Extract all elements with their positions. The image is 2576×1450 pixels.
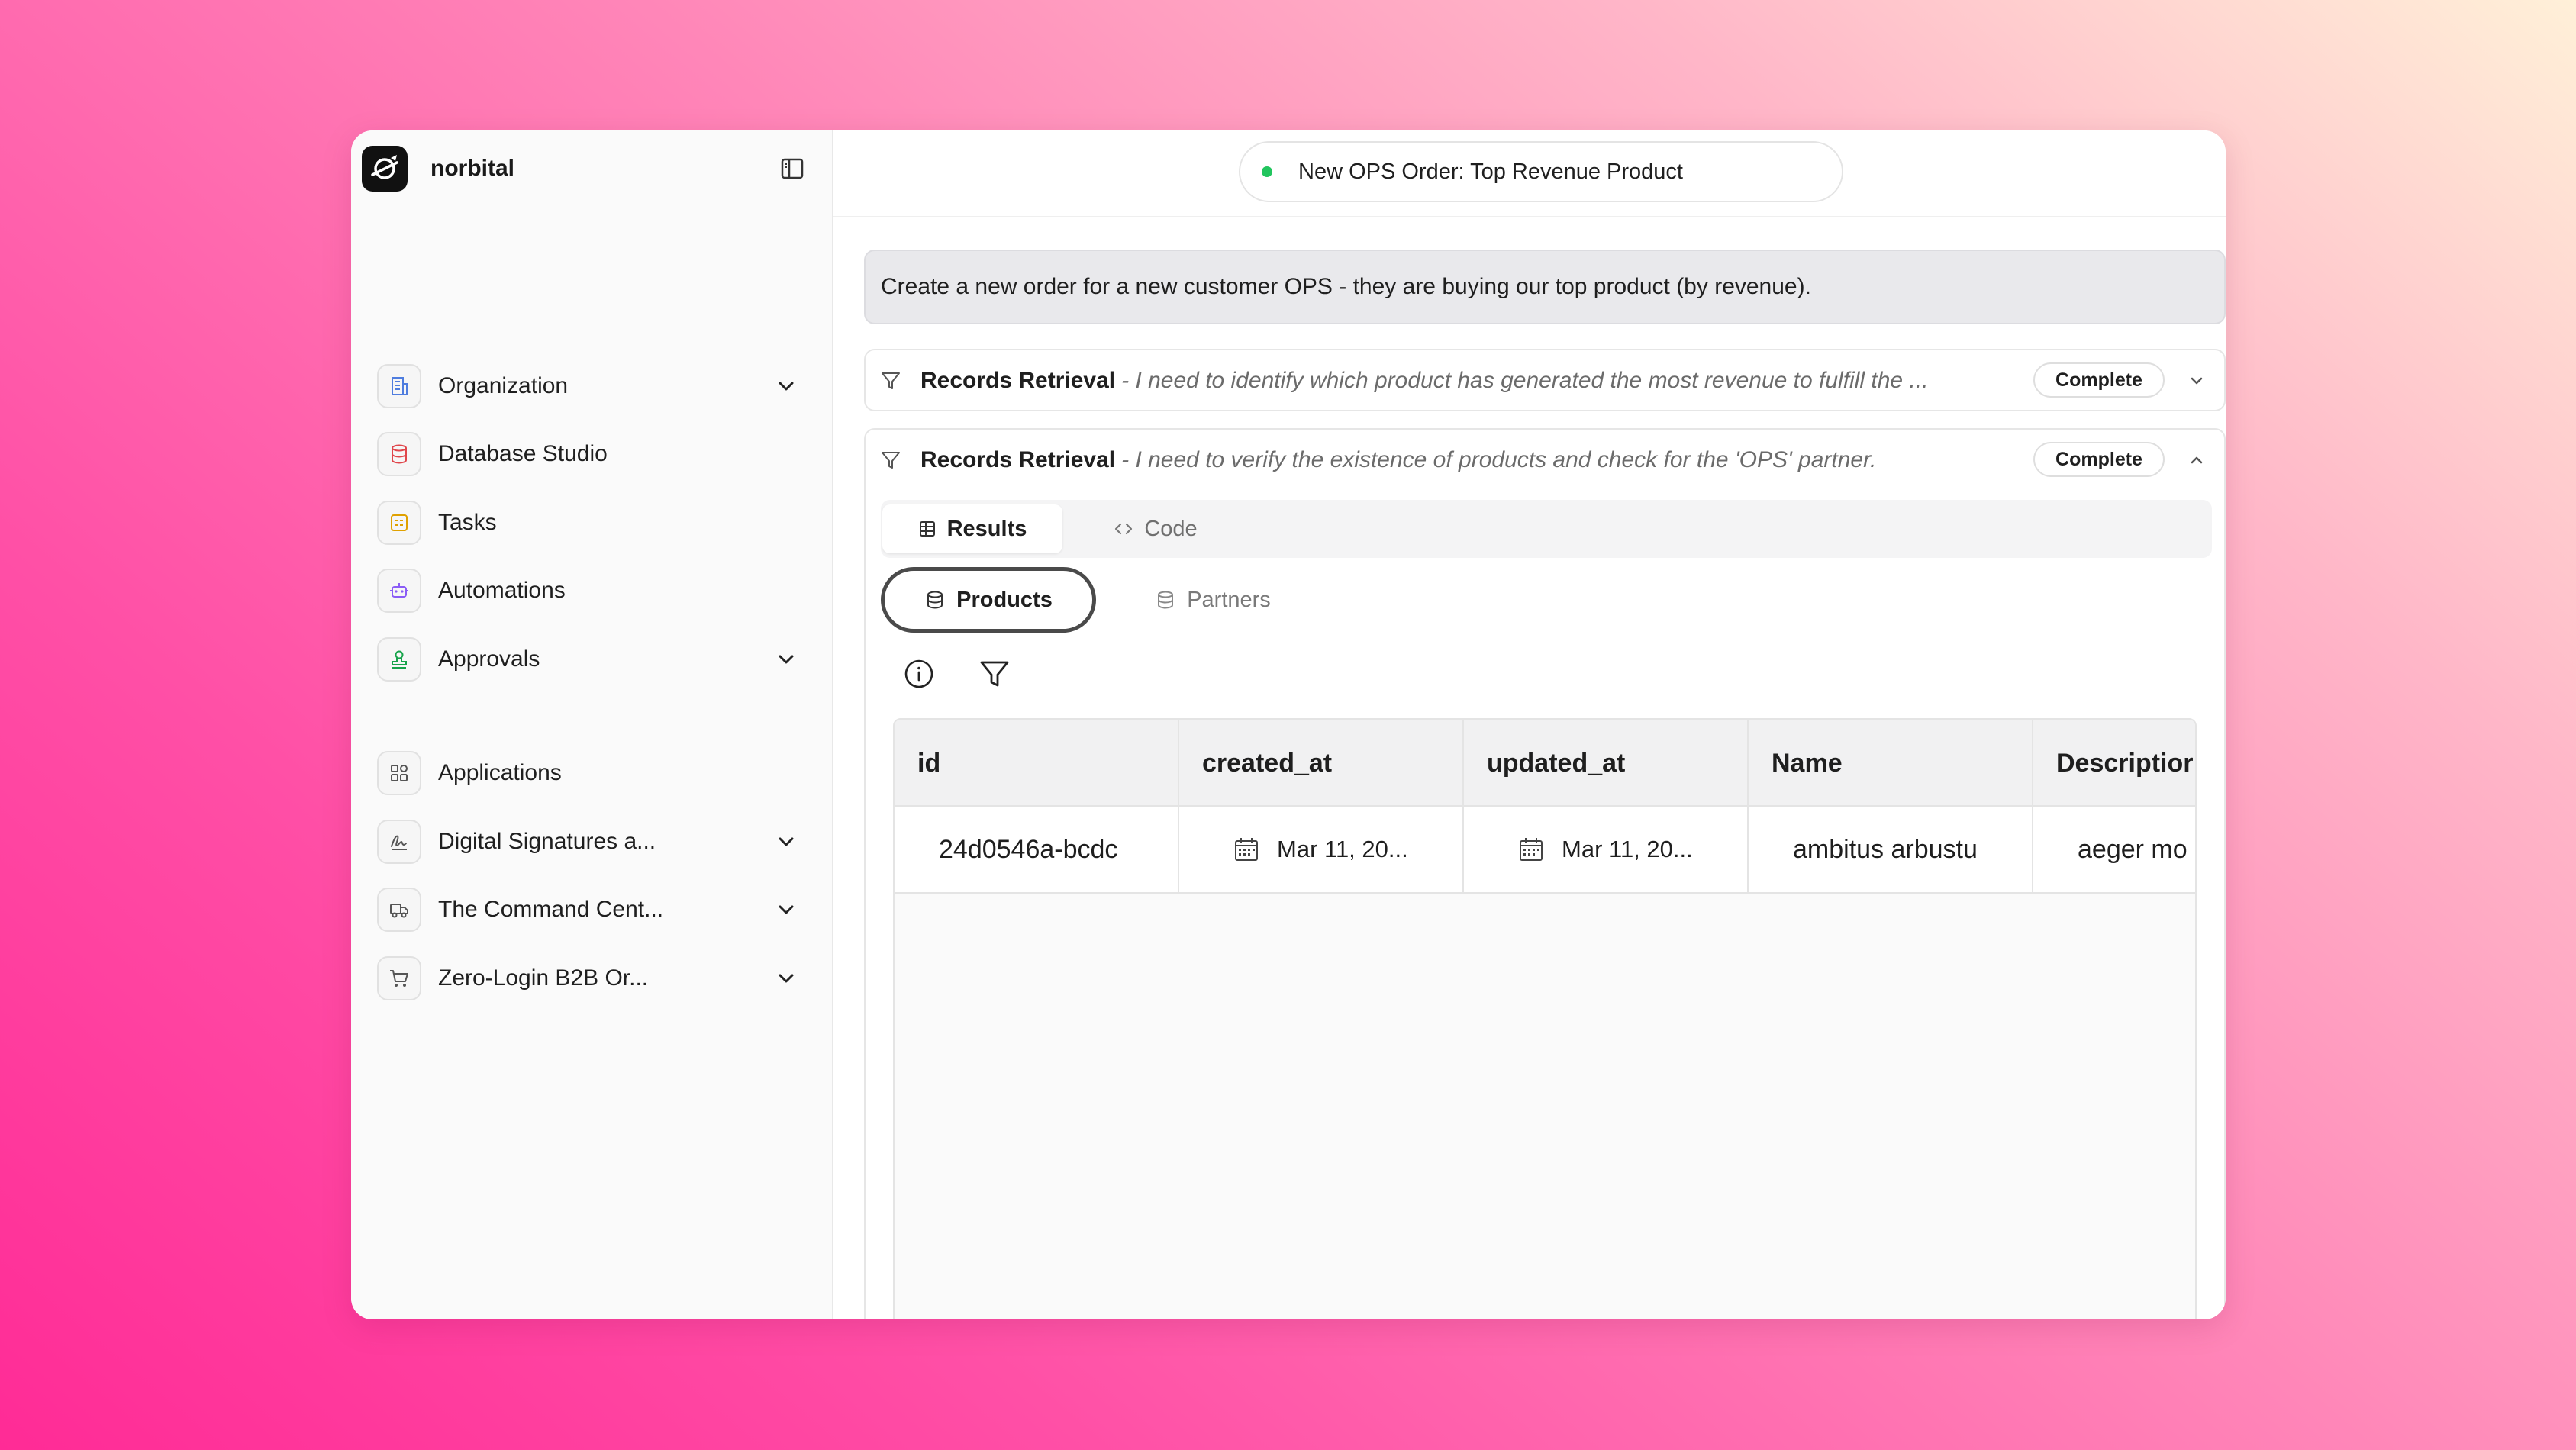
step-title: Records Retrieval <box>920 368 1116 393</box>
step-header[interactable]: Records Retrieval - I need to verify the… <box>866 430 2224 491</box>
cell-id: 24d0546a-bcdс <box>895 807 1179 892</box>
calendar-icon <box>1235 838 1258 861</box>
chevron-down-icon[interactable] <box>775 649 797 670</box>
source-tab-label: Partners <box>1187 587 1271 612</box>
database-icon <box>927 591 943 609</box>
cell-updated-at: Mar 11, 20... <box>1464 807 1749 892</box>
tab-code[interactable]: Code <box>1079 504 1232 553</box>
cell-text: Mar 11, 20... <box>1277 836 1408 862</box>
building-icon <box>377 364 421 408</box>
column-header-name[interactable]: Name <box>1749 720 2033 807</box>
cell-description: aeger mo <box>2033 807 2195 892</box>
table-header: id created_at updated_at Name Descriptio… <box>895 720 2195 807</box>
status-badge: Complete <box>2033 442 2165 477</box>
tasks-icon <box>377 501 421 545</box>
step-title: Records Retrieval <box>920 447 1116 472</box>
results-table: id created_at updated_at Name Descriptio… <box>893 718 2197 1320</box>
status-dot-icon <box>1262 166 1272 177</box>
sidebar-item-database-studio[interactable]: Database Studio <box>377 430 804 478</box>
source-tab-label: Products <box>956 587 1053 612</box>
conversation-title: New OPS Order: Top Revenue Product <box>1298 159 1683 184</box>
sidebar-item-applications[interactable]: Applications <box>377 749 804 797</box>
chevron-down-icon[interactable] <box>775 899 797 920</box>
app-window: norbital Organization Database Studio Ta… <box>351 130 2226 1320</box>
truck-icon <box>377 888 421 932</box>
top-bar: New OPS Order: Top Revenue Product <box>833 130 2226 218</box>
filter-icon <box>882 372 900 389</box>
column-header-description[interactable]: Descriptior <box>2033 720 2195 807</box>
sidebar-item-label: Digital Signatures a... <box>438 829 656 854</box>
signature-icon <box>377 820 421 864</box>
sidebar-item-tasks[interactable]: Tasks <box>377 499 804 546</box>
sidebar-item-label: Zero-Login B2B Or... <box>438 965 649 991</box>
database-icon <box>377 432 421 476</box>
sidebar-item-label: Tasks <box>438 510 497 535</box>
step-header[interactable]: Records Retrieval - I need to identify w… <box>866 350 2224 411</box>
cell-text: ambitus arbustu <box>1793 834 1978 864</box>
user-prompt: Create a new order for a new customer OP… <box>864 250 2226 324</box>
tab-results[interactable]: Results <box>882 504 1062 553</box>
info-button[interactable] <box>901 656 937 692</box>
tab-label: Results <box>946 516 1027 541</box>
code-icon <box>1115 523 1133 535</box>
column-header-created-at[interactable]: created_at <box>1179 720 1464 807</box>
sidebar-item-label: Applications <box>438 760 562 785</box>
database-icon <box>1158 591 1174 609</box>
cell-text: aeger mo <box>2078 834 2188 864</box>
apps-grid-icon <box>377 751 421 795</box>
sidebar-item-organization[interactable]: Organization <box>377 362 804 410</box>
sidebar-item-label: Automations <box>438 578 566 603</box>
sidebar-item-digital-signatures[interactable]: Digital Signatures a... <box>377 818 804 865</box>
source-tab-partners[interactable]: Partners <box>1117 567 1308 633</box>
sidebar: norbital Organization Database Studio Ta… <box>351 130 833 1320</box>
calendar-icon <box>1520 838 1543 861</box>
stamp-icon <box>377 637 421 682</box>
user-prompt-text: Create a new order for a new customer OP… <box>881 274 1811 299</box>
chevron-down-icon[interactable] <box>775 375 797 397</box>
sidebar-item-command-center[interactable]: The Command Cent... <box>377 886 804 933</box>
step-description: - I need to identify which product has g… <box>1121 368 1929 393</box>
brand-name: norbital <box>430 156 514 181</box>
sidebar-toggle-button[interactable] <box>779 155 806 182</box>
table-row[interactable]: 24d0546a-bcdс Mar 11, 20... Mar 11, 20..… <box>895 807 2195 894</box>
cell-created-at: Mar 11, 20... <box>1179 807 1464 892</box>
brand[interactable]: norbital <box>362 146 514 192</box>
sidebar-item-approvals[interactable]: Approvals <box>377 636 804 683</box>
step-description: - I need to verify the existence of prod… <box>1121 447 1877 472</box>
norbital-logo-icon <box>362 146 408 192</box>
sidebar-item-label: The Command Cent... <box>438 897 664 922</box>
filter-icon <box>980 661 1009 687</box>
sidebar-panel-icon <box>781 158 804 179</box>
sidebar-item-zero-login-b2b[interactable]: Zero-Login B2B Or... <box>377 955 804 1002</box>
sidebar-item-label: Organization <box>438 373 569 398</box>
conversation-title-pill[interactable]: New OPS Order: Top Revenue Product <box>1239 141 1843 202</box>
step-records-retrieval-1: Records Retrieval - I need to identify w… <box>864 349 2226 411</box>
filter-icon <box>882 452 900 469</box>
robot-icon <box>377 569 421 613</box>
sidebar-item-label: Database Studio <box>438 441 608 466</box>
column-header-id[interactable]: id <box>895 720 1179 807</box>
cell-name: ambitus arbustu <box>1749 807 2033 892</box>
chevron-down-icon[interactable] <box>775 968 797 989</box>
cell-text: Mar 11, 20... <box>1562 836 1693 862</box>
chevron-down-icon[interactable] <box>775 831 797 852</box>
source-tab-products[interactable]: Products <box>881 567 1096 633</box>
cell-text: 24d0546a-bcdс <box>939 834 1118 864</box>
status-badge: Complete <box>2033 362 2165 398</box>
results-tabbar: Results Code <box>881 500 2212 558</box>
tab-label: Code <box>1144 516 1198 541</box>
column-header-updated-at[interactable]: updated_at <box>1464 720 1749 807</box>
sidebar-item-label: Approvals <box>438 646 540 672</box>
step-records-retrieval-2: Records Retrieval - I need to verify the… <box>864 428 2226 1320</box>
chevron-up-icon[interactable] <box>2186 450 2207 471</box>
sidebar-item-automations[interactable]: Automations <box>377 567 804 614</box>
filter-button[interactable] <box>976 656 1013 692</box>
cart-icon <box>377 956 421 1000</box>
chevron-down-icon[interactable] <box>2186 370 2207 392</box>
table-icon <box>919 521 935 536</box>
main-panel: New OPS Order: Top Revenue Product Creat… <box>833 130 2226 1320</box>
info-icon <box>904 659 933 688</box>
